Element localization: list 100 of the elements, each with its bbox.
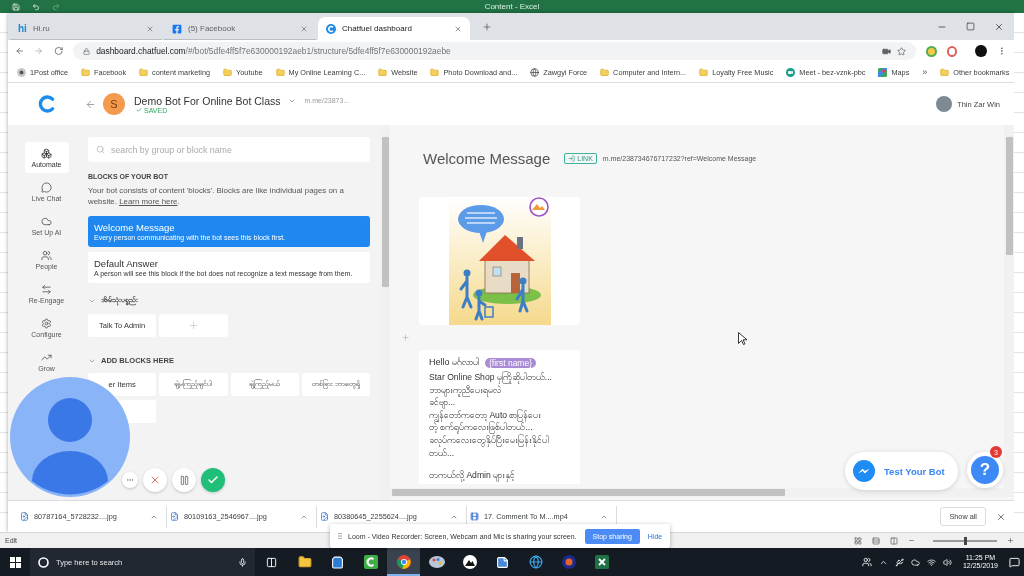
block-title: Welcome Message: [423, 149, 551, 167]
app-icon: [561, 555, 576, 569]
microphone-icon[interactable]: [238, 557, 247, 567]
close-icon[interactable]: [146, 24, 154, 33]
page-layout-icon[interactable]: [872, 536, 880, 545]
globe-icon: [530, 67, 540, 77]
new-tab-icon[interactable]: [482, 21, 492, 32]
scrollbar[interactable]: [1004, 125, 1014, 488]
lock-icon: [83, 47, 91, 55]
logo-icon: [326, 23, 336, 34]
close-icon: [149, 474, 161, 486]
file-icon: [320, 512, 329, 521]
folder-icon: [940, 67, 950, 77]
cloud-icon: [41, 215, 52, 227]
bot-name[interactable]: Demo Bot For Online Bot Class: [134, 94, 281, 107]
arrows-icon: [41, 283, 52, 295]
scrollbar-thumb[interactable]: [392, 489, 785, 496]
file-icon: [170, 512, 179, 521]
redo-icon[interactable]: [52, 2, 60, 11]
folder-icon: [430, 67, 440, 77]
address-bar[interactable]: dashboard.chatfuel.com/#/bot/5dfe4ff5f7e630000192aeb1/structure/5dfe4ff5f7e630000192aebe: [73, 42, 917, 60]
maximize-icon[interactable]: [966, 21, 975, 31]
folder-icon: [275, 67, 285, 77]
normal-view-icon[interactable]: [854, 536, 862, 545]
slider-thumb[interactable]: [964, 536, 967, 545]
map-icon: [878, 67, 888, 77]
back-icon[interactable]: [85, 98, 96, 110]
mouse-cursor-icon: [738, 332, 747, 345]
browser-tab[interactable]: (5) Facebook: [164, 17, 316, 40]
chat-bubble-icon: [41, 181, 52, 193]
scrollbar-thumb[interactable]: [381, 137, 389, 287]
save-icon[interactable]: [12, 2, 20, 11]
globe-icon: [528, 555, 543, 569]
close-icon[interactable]: [996, 511, 1006, 522]
extension-icon[interactable]: [946, 45, 958, 57]
back-icon[interactable]: [15, 46, 25, 56]
folder-icon: [378, 67, 388, 77]
folder-icon: [297, 555, 312, 569]
people-icon[interactable]: [861, 557, 872, 567]
people-icon: [41, 249, 52, 261]
windows-logo-icon: [9, 556, 21, 568]
file-icon: [20, 512, 29, 521]
more-icon: [126, 476, 134, 484]
check-icon: [207, 474, 219, 486]
app-icon: [363, 555, 378, 569]
site-icon: [17, 67, 26, 77]
folder-icon: [600, 67, 610, 77]
task-view-icon: [266, 556, 277, 568]
block-title: Welcome Message: [94, 222, 176, 233]
bot-avatar: S: [103, 93, 125, 115]
note-icon: [496, 555, 509, 569]
block-title: Default Answer: [94, 258, 159, 269]
variable-chip: {first name}: [485, 357, 536, 368]
search-field[interactable]: search by group or block name: [88, 137, 370, 162]
browser-tab[interactable]: hi Hi.ru: [10, 17, 162, 40]
folder-icon: [699, 67, 709, 77]
profile-avatar[interactable]: [975, 45, 987, 57]
chrome-icon: [396, 555, 411, 569]
close-icon[interactable]: [300, 24, 308, 33]
palette-icon: [428, 556, 445, 568]
user-avatar[interactable]: [936, 96, 953, 112]
shopping-bag-icon: [331, 555, 344, 569]
close-icon[interactable]: [994, 21, 1004, 32]
logo-icon[interactable]: [38, 95, 55, 113]
more-bookmarks-button[interactable]: »: [922, 67, 928, 77]
video-chat-icon: [786, 67, 796, 77]
folder-icon: [81, 67, 90, 77]
scrollbar-thumb[interactable]: [1005, 137, 1013, 255]
page-break-icon[interactable]: [890, 536, 898, 545]
forward-icon[interactable]: [34, 46, 44, 56]
notifications-icon[interactable]: [1009, 556, 1020, 568]
messenger-icon: [853, 460, 875, 482]
volume-icon[interactable]: [942, 557, 952, 567]
pause-icon: [178, 474, 190, 486]
settings-icon: [41, 317, 52, 329]
boxes-icon: [41, 147, 52, 159]
undo-icon[interactable]: [32, 2, 40, 11]
zoom-slider[interactable]: [933, 539, 997, 542]
enter-icon: [568, 154, 576, 162]
browser-tab[interactable]: Chatfuel dashboard: [318, 17, 470, 40]
mountain-icon: [462, 555, 477, 569]
wifi-icon[interactable]: [926, 557, 936, 567]
extension-icon[interactable]: [926, 45, 937, 57]
favicon: hi: [18, 23, 27, 34]
grip-icon[interactable]: [336, 532, 344, 540]
zoom-out-icon[interactable]: [908, 537, 915, 544]
close-icon[interactable]: [454, 24, 462, 33]
reload-icon[interactable]: [53, 46, 64, 56]
zoom-in-icon[interactable]: [1007, 537, 1014, 544]
taskbar-button[interactable]: [387, 548, 420, 576]
scrollbar[interactable]: [390, 488, 1014, 497]
test-bot-button[interactable]: Test Your Bot: [845, 452, 958, 490]
bookmark-star-icon[interactable]: [897, 46, 907, 56]
file-icon: [470, 512, 479, 521]
ring-icon: [38, 556, 49, 568]
usb-icon[interactable]: [894, 557, 904, 567]
facebook-icon: [172, 23, 182, 34]
message-text: တကယ်လို့ Admin များနှင့်: [429, 469, 517, 482]
cloud-icon[interactable]: [910, 557, 920, 567]
camera-icon[interactable]: [882, 46, 892, 56]
